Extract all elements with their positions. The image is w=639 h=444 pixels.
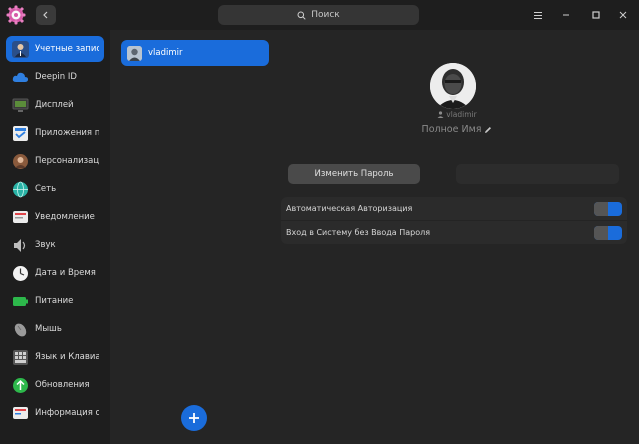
search-input[interactable]: Поиск [218,5,419,25]
full-name-field[interactable]: Полное Имя [275,124,639,135]
plus-icon [189,413,199,423]
pencil-edit-icon[interactable] [484,126,492,134]
sidebar-item-label: Информация о... [35,408,99,418]
sidebar-item-default-apps[interactable]: Приложения п... [6,120,104,146]
maximize-icon [592,11,600,19]
control-center-window: Поиск Учетные записи Deepin ID [0,0,639,444]
sidebar-item-label: Обновления [35,380,90,390]
title-bar: Поиск [0,0,639,30]
control-center-gear-icon [6,5,26,25]
search-icon [297,11,306,20]
person-icon [437,111,444,118]
sidebar-item-label: Мышь [35,324,62,334]
keyboard-icon [12,349,29,366]
sidebar-item-label: Уведомление [35,212,95,222]
passwordless-login-toggle[interactable] [594,225,622,240]
user-list-item[interactable]: vladimir [121,40,269,66]
user-list-item-name: vladimir [148,48,183,58]
sidebar-item-power[interactable]: Питание [6,288,104,314]
full-name-text: Полное Имя [421,124,482,135]
sidebar-nav: Учетные записи Deepin ID Дисплей Приложе… [0,30,110,444]
account-detail-panel: vladimir Полное Имя Изменить Пароль Авто… [275,30,639,444]
cloud-icon [12,69,29,86]
passwordless-login-row: Вход в Систему без Ввода Пароля [281,221,627,244]
menu-button[interactable] [528,5,548,25]
auto-login-label: Автоматическая Авторизация [286,204,413,213]
maximize-button[interactable] [586,5,606,25]
sidebar-item-system-info[interactable]: Информация о... [6,400,104,426]
username-text: vladimir [446,110,477,119]
battery-icon [12,293,29,310]
sidebar-item-accounts[interactable]: Учетные записи [6,36,104,62]
default-apps-icon [12,125,29,142]
close-button[interactable] [613,5,633,25]
network-icon [12,181,29,198]
sidebar-item-label: Приложения п... [35,128,99,138]
secondary-action-button[interactable] [456,164,619,184]
passwordless-login-label: Вход в Систему без Ввода Пароля [286,228,431,237]
sidebar-item-datetime[interactable]: Дата и Время [6,260,104,286]
personalization-icon [12,153,29,170]
chevron-left-icon [43,11,48,19]
notification-icon [12,209,29,226]
sidebar-item-network[interactable]: Сеть [6,176,104,202]
hamburger-menu-icon [534,11,542,19]
login-settings-group: Автоматическая Авторизация Вход в Систем… [281,197,627,244]
auto-login-toggle[interactable] [594,201,622,216]
sidebar-item-deepin-id[interactable]: Deepin ID [6,64,104,90]
clock-icon [12,265,29,282]
sidebar-item-label: Язык и Клавиа... [35,352,99,362]
change-password-button[interactable]: Изменить Пароль [288,164,420,184]
display-icon [12,97,29,114]
user-accounts-icon [12,40,29,58]
sidebar-item-sound[interactable]: Звук [6,232,104,258]
user-avatar-thumbnail [127,45,142,61]
sidebar-item-keyboard-language[interactable]: Язык и Клавиа... [6,344,104,370]
update-icon [12,377,29,394]
sidebar-item-notification[interactable]: Уведомление [6,204,104,230]
minimize-icon [563,14,569,16]
sidebar-item-display[interactable]: Дисплей [6,92,104,118]
sidebar-item-label: Дисплей [35,100,74,110]
system-info-icon [12,405,29,422]
mouse-icon [12,321,29,338]
avatar[interactable] [430,63,476,109]
sidebar-item-updates[interactable]: Обновления [6,372,104,398]
sidebar-item-label: Дата и Время [35,268,96,278]
sidebar-item-label: Учетные записи [35,44,99,54]
sidebar-item-personalization[interactable]: Персонализац... [6,148,104,174]
close-icon [619,11,627,19]
sidebar-item-mouse[interactable]: Мышь [6,316,104,342]
sidebar-item-label: Deepin ID [35,72,77,82]
user-list-panel: vladimir [110,30,275,444]
sidebar-item-label: Питание [35,296,74,306]
back-button[interactable] [36,5,56,25]
auto-login-row: Автоматическая Авторизация [281,197,627,220]
minimize-button[interactable] [556,5,576,25]
username-label: vladimir [275,110,639,119]
sidebar-item-label: Звук [35,240,56,250]
search-placeholder: Поиск [311,10,340,20]
sound-icon [12,237,29,254]
sidebar-item-label: Персонализац... [35,156,99,166]
sidebar-item-label: Сеть [35,184,57,194]
add-user-button[interactable] [181,405,207,431]
